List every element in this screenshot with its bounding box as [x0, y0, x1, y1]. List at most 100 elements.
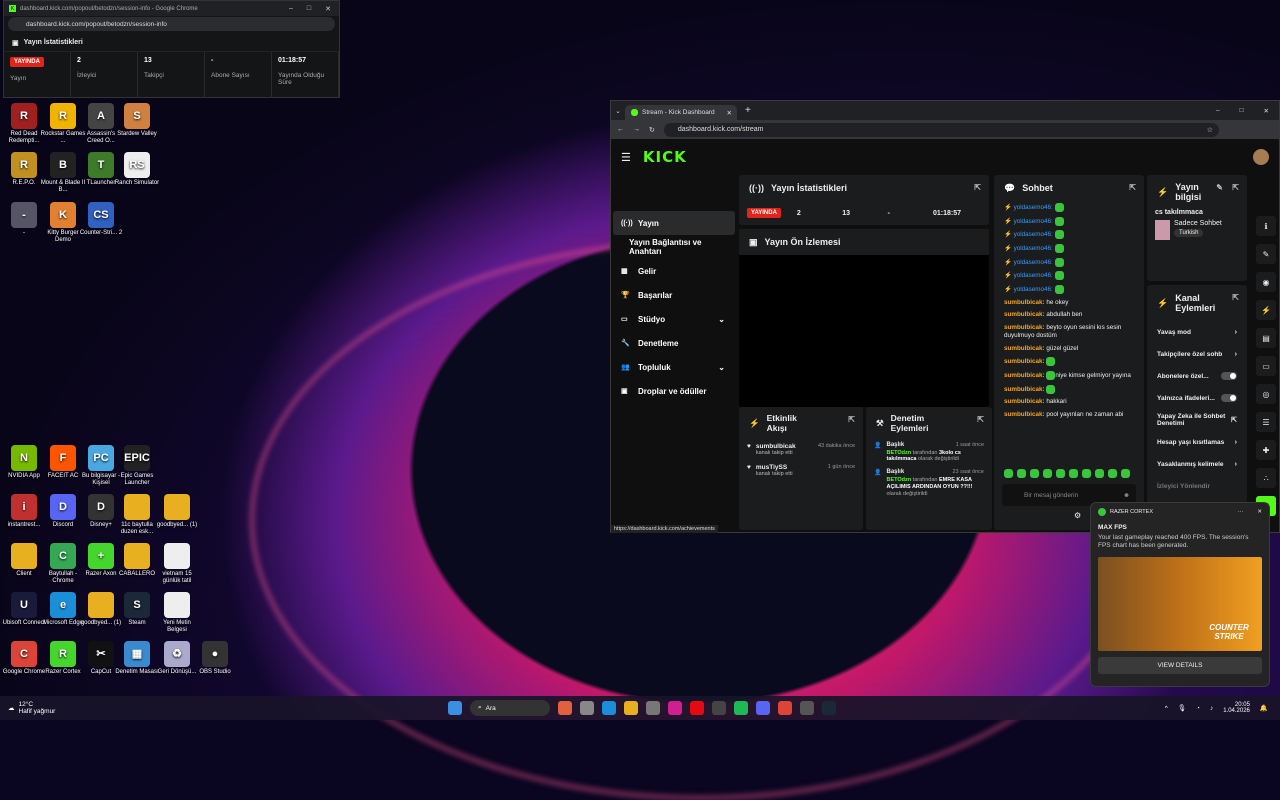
- start-icon[interactable]: [448, 701, 462, 715]
- volume-icon[interactable]: ♪: [1210, 705, 1213, 712]
- sidebar-item[interactable]: 🏆 Başarılar: [613, 283, 735, 307]
- close-icon[interactable]: ✕: [1257, 509, 1262, 515]
- edge-icon[interactable]: [602, 701, 616, 715]
- obs-icon[interactable]: [800, 701, 814, 715]
- channel-action[interactable]: Yapay Zeka ile Sohbet Denetimi ⇱: [1147, 409, 1247, 431]
- new-tab-icon[interactable]: +: [745, 105, 751, 116]
- channel-action[interactable]: Yalnızca ifadeleri...: [1147, 387, 1247, 409]
- sidebar-item[interactable]: ▣ Droplar ve ödüller: [613, 379, 735, 403]
- popout-icon[interactable]: ⇱: [1129, 183, 1136, 192]
- broadcast-icon[interactable]: ◎: [1256, 384, 1276, 404]
- info-icon[interactable]: ℹ: [1256, 216, 1276, 236]
- sidebar-item[interactable]: ▦ Gelir: [613, 259, 735, 283]
- emote-icon[interactable]: [1017, 469, 1026, 478]
- share-icon[interactable]: ∴: [1256, 468, 1276, 488]
- sidebar-item[interactable]: ((·)) Yayın: [613, 211, 735, 235]
- desktop-icon[interactable]: goodbyed... (1): [154, 494, 200, 529]
- chat-user[interactable]: sumbulbicak:: [1004, 398, 1045, 405]
- channel-action[interactable]: Yasaklanmış kelimele ›: [1147, 453, 1247, 475]
- chat-user[interactable]: yoldasemo46:: [1014, 218, 1053, 225]
- tab-menu-icon[interactable]: ⌄: [611, 107, 625, 115]
- minimize-icon[interactable]: –: [289, 5, 293, 13]
- popout-icon[interactable]: ⇱: [977, 415, 984, 424]
- desktop-icon[interactable]: CS Counter-Stri... 2: [78, 202, 124, 237]
- spotify-icon[interactable]: [734, 701, 748, 715]
- emote-icon[interactable]: [1121, 469, 1130, 478]
- emote-icon[interactable]: [1082, 469, 1091, 478]
- channel-action[interactable]: Yavaş mod ›: [1147, 321, 1247, 343]
- edit-icon[interactable]: ✎: [1216, 183, 1223, 192]
- emote-icon[interactable]: [1030, 469, 1039, 478]
- avatar[interactable]: [1253, 149, 1269, 165]
- popout-titlebar[interactable]: Kdashboard.kick.com/popout/betodzn/sessi…: [4, 1, 339, 16]
- channel-action[interactable]: Hesap yaşı kısıtlamas ›: [1147, 431, 1247, 453]
- emote-icon[interactable]: [1004, 469, 1013, 478]
- maximize-icon[interactable]: □: [1240, 107, 1244, 115]
- popout-icon[interactable]: ⇱: [848, 415, 855, 424]
- close-icon[interactable]: ✕: [1264, 107, 1269, 115]
- channel-action[interactable]: Takipçilere özel sohb ›: [1147, 343, 1247, 365]
- mic-icon[interactable]: 🎙: [1178, 704, 1186, 712]
- url-field[interactable]: dashboard.kick.com/stream ☆: [663, 122, 1219, 137]
- chat-user[interactable]: sumbulbicak:: [1004, 411, 1045, 418]
- popout-icon[interactable]: ⇱: [1232, 293, 1239, 302]
- desktop-icon[interactable]: EPIC Epic Games Launcher: [114, 445, 160, 487]
- desktop-icon[interactable]: vietnam 15 günlük tatil: [154, 543, 200, 585]
- chat-user[interactable]: sumbulbicak:: [1004, 345, 1045, 352]
- chat-user[interactable]: sumbulbicak:: [1004, 372, 1045, 379]
- emote-icon[interactable]: [1069, 469, 1078, 478]
- notification-icon[interactable]: 🔔: [1260, 704, 1268, 712]
- app-icon[interactable]: [558, 701, 572, 715]
- emote-icon[interactable]: [1056, 469, 1065, 478]
- channel-action[interactable]: Abonelere özel...: [1147, 365, 1247, 387]
- netflix-icon[interactable]: [690, 701, 704, 715]
- discord-icon[interactable]: [756, 701, 770, 715]
- chat-user[interactable]: yoldasemo46:: [1014, 273, 1053, 280]
- toggle-switch[interactable]: [1221, 372, 1237, 380]
- tray-chevron-icon[interactable]: ^: [1165, 705, 1168, 712]
- steam-icon[interactable]: [822, 701, 836, 715]
- tab-stream[interactable]: Stream - Kick Dashboard ✕: [625, 105, 737, 120]
- back-icon[interactable]: ←: [617, 126, 624, 133]
- sidebar-item[interactable]: 👥 Topluluk ⌄: [613, 355, 735, 379]
- menu-icon[interactable]: ☰: [621, 151, 631, 164]
- more-icon[interactable]: ···: [1238, 509, 1244, 515]
- kick-logo[interactable]: KICK: [643, 148, 687, 166]
- tab-close-icon[interactable]: ✕: [727, 109, 732, 117]
- maximize-icon[interactable]: □: [307, 5, 311, 13]
- view-details-button[interactable]: VIEW DETAILS: [1098, 656, 1262, 674]
- disney-icon[interactable]: [712, 701, 726, 715]
- bookmark-icon[interactable]: ☆: [1207, 126, 1213, 134]
- emote-icon[interactable]: [1043, 469, 1052, 478]
- chat-user[interactable]: sumbulbicak:: [1004, 358, 1045, 365]
- razer-toast[interactable]: RAZER CORTEX ··· ✕ MAX FPS Your last gamep…: [1090, 502, 1270, 687]
- toggle-switch[interactable]: [1221, 394, 1237, 402]
- bolt-icon[interactable]: ⚡: [1256, 300, 1276, 320]
- list-icon[interactable]: ☰: [1256, 412, 1276, 432]
- clipboard-icon[interactable]: ▤: [1256, 328, 1276, 348]
- taskbar-search[interactable]: ⌕ Ara: [470, 700, 550, 716]
- dashboard-browser-window[interactable]: ⌄ Stream - Kick Dashboard ✕ + – □ ✕ ← → ↻ das…: [610, 100, 1280, 533]
- chat-user[interactable]: sumbulbicak:: [1004, 311, 1045, 318]
- sidebar-item[interactable]: ▭ Stüdyo ⌄: [613, 307, 735, 331]
- wifi-icon[interactable]: ◔: [1196, 705, 1200, 712]
- desktop-icon[interactable]: Yeni Metin Belgesi: [154, 592, 200, 634]
- chat-user[interactable]: yoldasemo46:: [1014, 259, 1053, 266]
- sidebar-item[interactable]: 🔧 Denetleme: [613, 331, 735, 355]
- chat-user[interactable]: sumbulbicak:: [1004, 299, 1045, 306]
- popout-address[interactable]: dashboard.kick.com/popout/betodzn/sessio…: [8, 17, 335, 31]
- instagram-icon[interactable]: [668, 701, 682, 715]
- chat-user[interactable]: yoldasemo46:: [1014, 286, 1053, 293]
- weather-widget[interactable]: ☁ 12°C Hafif yağmur: [0, 701, 55, 715]
- emoji-icon[interactable]: ☻: [1123, 492, 1130, 499]
- chat-user[interactable]: sumbulbicak:: [1004, 386, 1045, 393]
- forward-icon[interactable]: →: [633, 126, 640, 133]
- channel-action[interactable]: İzleyici Yönlendir: [1147, 475, 1247, 497]
- settings-icon[interactable]: [646, 701, 660, 715]
- popout-icon[interactable]: ⇱: [974, 183, 981, 192]
- pen-icon[interactable]: ✎: [1256, 244, 1276, 264]
- popout-icon[interactable]: ⇱: [1232, 183, 1239, 192]
- camera-icon[interactable]: ◉: [1256, 272, 1276, 292]
- chat-user[interactable]: yoldasemo46:: [1014, 204, 1053, 211]
- close-icon[interactable]: ✕: [325, 5, 331, 13]
